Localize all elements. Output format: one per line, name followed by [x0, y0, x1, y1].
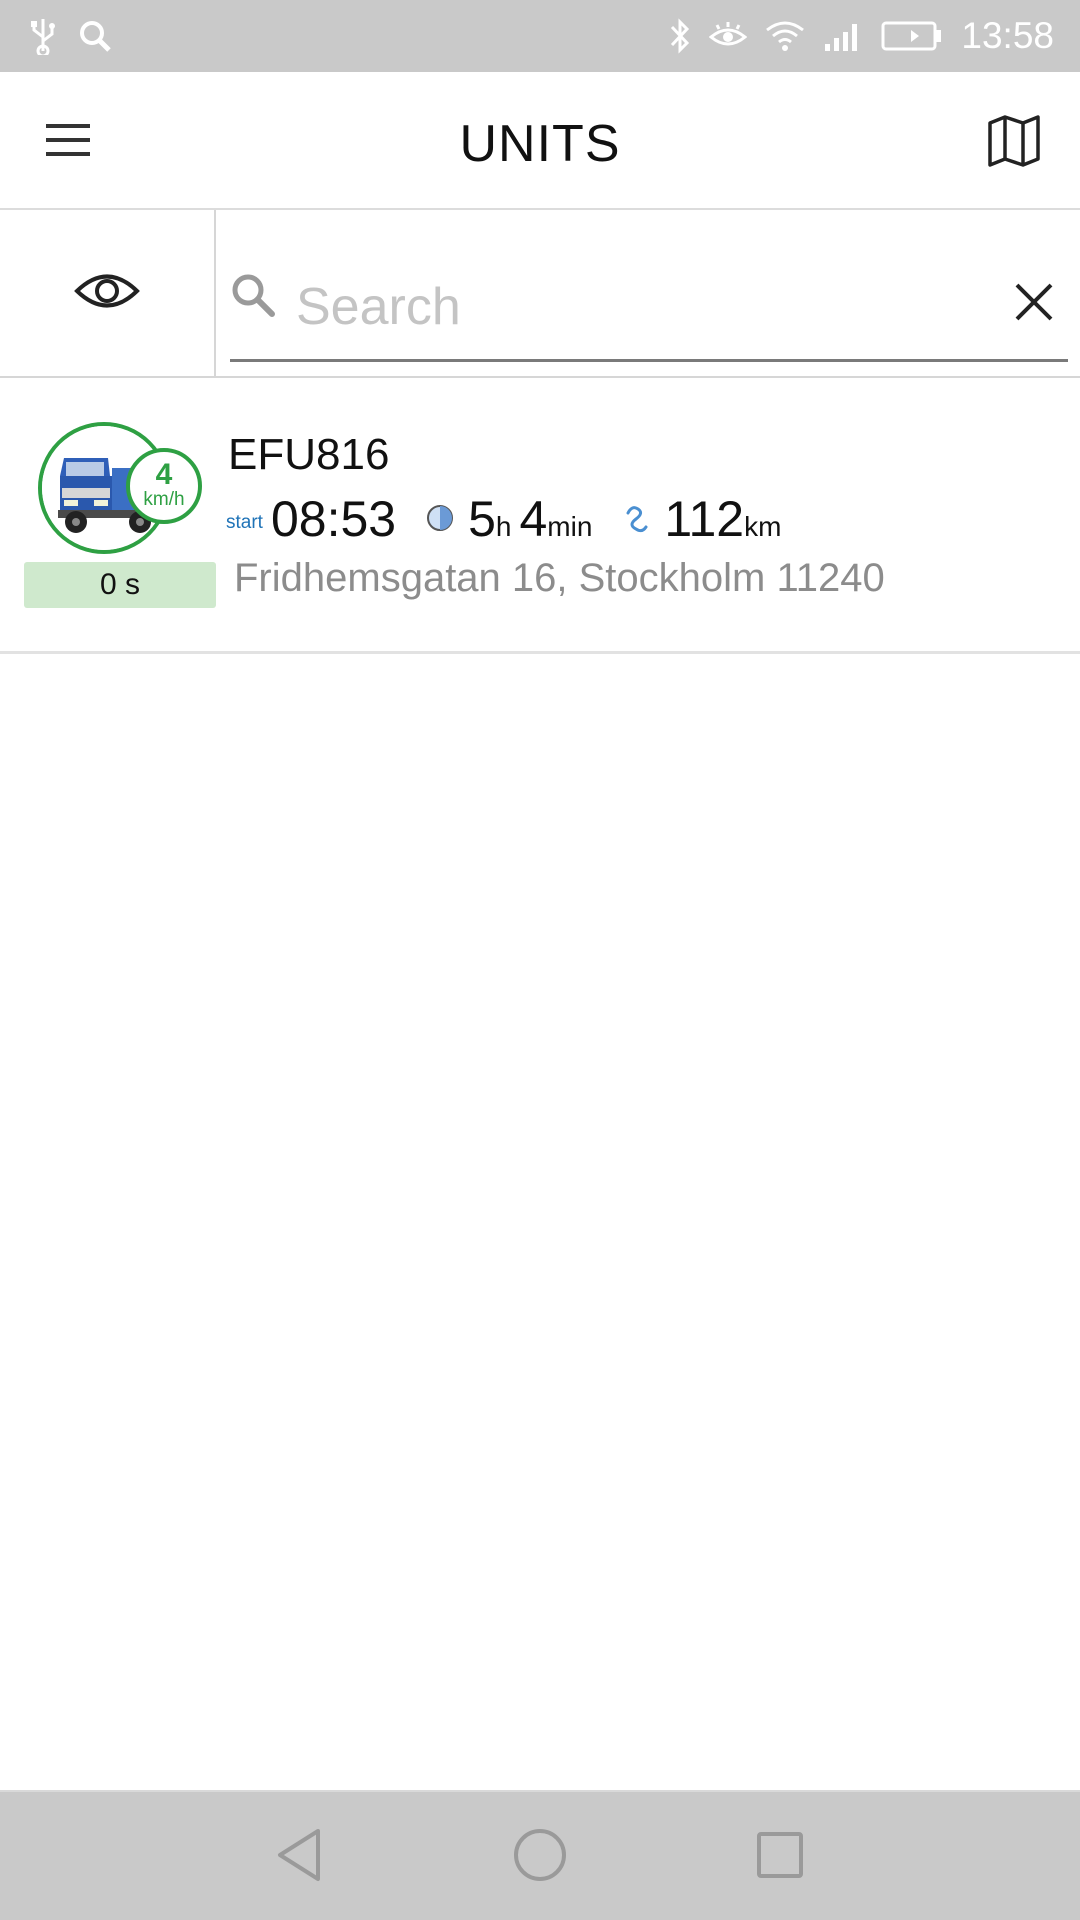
- trip-stats: start 08:53 5 h 4 min 112 km: [226, 490, 789, 550]
- back-icon: [274, 1827, 324, 1888]
- search-field: [230, 262, 1068, 362]
- visibility-filter-button[interactable]: [0, 210, 216, 376]
- battery-charging-icon: [881, 20, 943, 52]
- home-icon: [512, 1827, 568, 1888]
- speed-badge: 4 km/h: [126, 448, 202, 524]
- eye-icon: [74, 268, 140, 319]
- map-button[interactable]: [984, 112, 1044, 172]
- distance-icon: [626, 506, 648, 533]
- nav-recents-button[interactable]: [745, 1822, 815, 1892]
- duration-icon: [427, 505, 454, 531]
- eye-comfort-icon: [709, 21, 748, 51]
- signal-icon: [823, 20, 863, 52]
- nav-home-button[interactable]: [505, 1822, 575, 1892]
- status-bar: 13:58: [0, 0, 1080, 72]
- clear-search-button[interactable]: [1010, 280, 1058, 328]
- idle-time-badge: 0 s: [24, 562, 216, 608]
- bluetooth-icon: [669, 18, 691, 54]
- search-input[interactable]: [296, 262, 986, 352]
- search-row: [0, 210, 1080, 378]
- search-icon: [230, 272, 276, 323]
- speed-unit: km/h: [143, 489, 185, 510]
- usb-icon: [30, 17, 56, 55]
- wifi-icon: [765, 20, 805, 52]
- search-icon: [78, 19, 112, 53]
- unit-name: EFU816: [228, 430, 390, 479]
- recents-icon: [755, 1830, 805, 1885]
- page-title: UNITS: [459, 115, 621, 173]
- unit-address: Fridhemsgatan 16, Stockholm 11240: [234, 556, 885, 600]
- duration-hours-unit: h: [495, 511, 512, 542]
- duration-minutes-unit: min: [547, 511, 593, 542]
- duration-minutes: 4: [519, 491, 548, 547]
- distance-value: 112: [664, 491, 745, 547]
- nav-back-button[interactable]: [264, 1822, 334, 1892]
- start-label: start: [226, 512, 263, 533]
- unit-list-item[interactable]: 4 km/h 0 s EFU816 start 08:53 5 h 4 min …: [0, 378, 1080, 654]
- close-icon: [1014, 282, 1054, 327]
- status-time: 13:58: [961, 15, 1054, 56]
- distance-unit: km: [744, 511, 782, 542]
- start-time: 08:53: [270, 491, 397, 547]
- speed-value: 4: [155, 458, 173, 491]
- duration-hours: 5: [468, 491, 496, 547]
- navigation-bar: [0, 1790, 1080, 1920]
- map-icon: [987, 113, 1041, 172]
- screen: 13:58 UNITS Search 4 km/h 0 s EFU816 sta…: [0, 0, 1080, 1920]
- app-bar: UNITS: [0, 72, 1080, 210]
